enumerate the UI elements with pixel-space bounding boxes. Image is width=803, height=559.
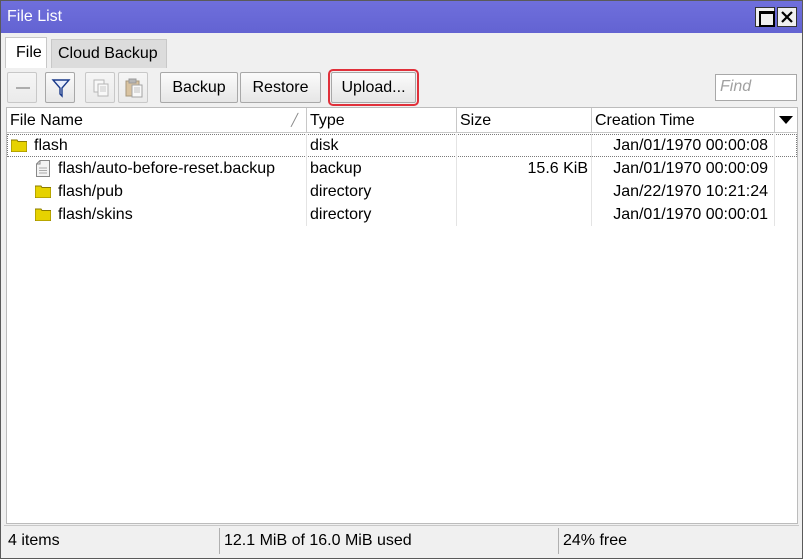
file-name-text: flash/pub bbox=[58, 183, 123, 200]
paste-button[interactable] bbox=[118, 72, 148, 103]
title-bar[interactable]: File List bbox=[1, 1, 802, 33]
cell-type: directory bbox=[307, 180, 457, 203]
file-table: File Name ╱ Type Size Creation Time flas… bbox=[6, 107, 798, 524]
close-button[interactable] bbox=[777, 7, 797, 27]
status-disk-usage: 12.1 MiB of 16.0 MiB used bbox=[220, 528, 559, 554]
cell-creation-time: Jan/01/1970 00:00:09 bbox=[592, 157, 775, 180]
cell-type: backup bbox=[307, 157, 457, 180]
table-header: File Name ╱ Type Size Creation Time bbox=[7, 108, 797, 133]
minus-icon bbox=[16, 87, 30, 89]
toolbar: Backup Restore Upload... Find bbox=[4, 68, 799, 107]
cell-creation-time: Jan/22/1970 10:21:24 bbox=[592, 180, 775, 203]
file-name-text: flash bbox=[34, 137, 68, 154]
table-row[interactable]: flash/auto-before-reset.backup backup 15… bbox=[7, 157, 797, 180]
table-row[interactable]: flash/pub directory Jan/22/1970 10:21:24 bbox=[7, 180, 797, 203]
status-bar: 4 items 12.1 MiB of 16.0 MiB used 24% fr… bbox=[4, 525, 799, 555]
restore-button[interactable]: Restore bbox=[240, 72, 321, 103]
file-name-text: flash/auto-before-reset.backup bbox=[58, 160, 276, 177]
cell-creation-time: Jan/01/1970 00:00:01 bbox=[592, 203, 775, 226]
paste-icon bbox=[125, 78, 143, 98]
cell-file-name: flash/skins bbox=[7, 203, 307, 226]
column-header-size[interactable]: Size bbox=[457, 108, 592, 132]
cell-size bbox=[457, 180, 592, 203]
upload-button[interactable]: Upload... bbox=[328, 69, 419, 106]
close-icon bbox=[781, 11, 793, 23]
table-row[interactable]: flash disk Jan/01/1970 00:00:08 bbox=[7, 134, 797, 157]
maximize-button[interactable] bbox=[755, 7, 775, 27]
copy-icon bbox=[93, 79, 109, 97]
file-name-text: flash/skins bbox=[58, 206, 133, 223]
status-free-space: 24% free bbox=[563, 532, 628, 549]
cell-size: 15.6 KiB bbox=[457, 157, 592, 180]
tab-cloud-backup[interactable]: Cloud Backup bbox=[51, 39, 167, 68]
cell-file-name: flash/pub bbox=[7, 180, 307, 203]
filter-icon bbox=[51, 79, 71, 98]
file-icon bbox=[36, 160, 50, 177]
status-item-count: 4 items bbox=[4, 528, 220, 554]
backup-button[interactable]: Backup bbox=[160, 72, 238, 103]
dropdown-arrow-icon bbox=[779, 116, 793, 124]
window-title: File List bbox=[7, 8, 63, 25]
file-list-window: File List File Cloud Backup Backup Resto… bbox=[0, 0, 803, 559]
cell-file-name: flash/auto-before-reset.backup bbox=[7, 157, 307, 180]
find-input[interactable]: Find bbox=[715, 74, 797, 101]
filter-button[interactable] bbox=[45, 72, 75, 103]
cell-size bbox=[457, 134, 592, 157]
cell-type: disk bbox=[307, 134, 457, 157]
folder-icon bbox=[11, 139, 27, 152]
column-header-file-name[interactable]: File Name bbox=[7, 108, 307, 132]
tab-file[interactable]: File bbox=[5, 37, 47, 69]
table-row[interactable]: flash/skins directory Jan/01/1970 00:00:… bbox=[7, 203, 797, 226]
column-header-creation-time[interactable]: Creation Time bbox=[592, 108, 775, 132]
copy-button[interactable] bbox=[85, 72, 115, 103]
column-menu-button[interactable] bbox=[775, 108, 797, 132]
cell-file-name: flash bbox=[7, 134, 307, 157]
cell-size bbox=[457, 203, 592, 226]
cell-type: directory bbox=[307, 203, 457, 226]
column-header-type[interactable]: Type bbox=[307, 108, 457, 132]
folder-icon bbox=[35, 185, 51, 198]
folder-icon bbox=[35, 208, 51, 221]
remove-button[interactable] bbox=[7, 72, 37, 103]
cell-creation-time: Jan/01/1970 00:00:08 bbox=[592, 134, 775, 157]
